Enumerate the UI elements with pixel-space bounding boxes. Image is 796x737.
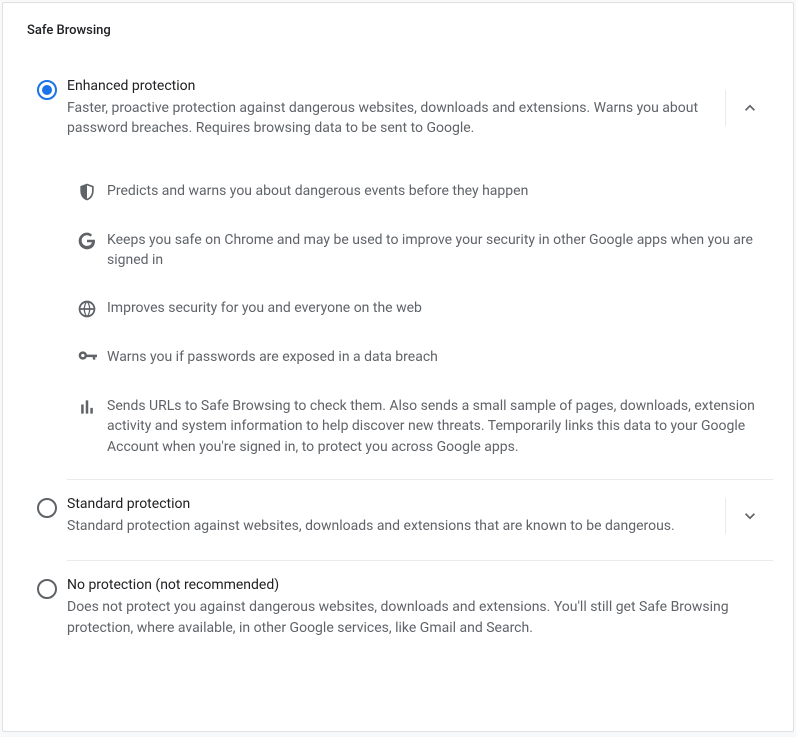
radio-wrap [27,577,67,599]
feature-item: Predicts and warns you about dangerous e… [67,167,773,216]
expand-wrap-standard [725,498,773,534]
feature-text: Predicts and warns you about dangerous e… [107,181,773,201]
option-text: Enhanced protection Faster, proactive pr… [67,78,725,139]
option-standard[interactable]: Standard protection Standard protection … [27,480,773,552]
feature-item: Improves security for you and everyone o… [67,284,773,333]
feature-item: Warns you if passwords are exposed in a … [67,333,773,382]
safe-browsing-card: Safe Browsing Enhanced protection Faster… [2,2,794,732]
collapse-button-enhanced[interactable] [740,98,760,118]
google-icon [67,230,107,251]
radio-standard[interactable] [37,498,57,518]
shield-icon [67,181,107,202]
option-none-title: No protection (not recommended) [67,577,765,593]
enhanced-feature-list: Predicts and warns you about dangerous e… [67,167,773,471]
bar-chart-icon [67,396,107,417]
radio-wrap [27,496,67,518]
option-enhanced[interactable]: Enhanced protection Faster, proactive pr… [27,62,773,155]
option-standard-desc: Standard protection against websites, do… [67,516,717,536]
option-text: Standard protection Standard protection … [67,496,725,536]
radio-enhanced[interactable] [37,80,57,100]
chevron-down-icon [740,506,760,526]
feature-text: Sends URLs to Safe Browsing to check the… [107,396,773,457]
expand-button-standard[interactable] [740,506,760,526]
option-enhanced-title: Enhanced protection [67,78,717,94]
option-text: No protection (not recommended) Does not… [67,577,773,638]
option-none[interactable]: No protection (not recommended) Does not… [27,561,773,654]
feature-text: Keeps you safe on Chrome and may be used… [107,230,773,271]
option-enhanced-desc: Faster, proactive protection against dan… [67,98,717,139]
key-icon [67,347,107,368]
option-none-desc: Does not protect you against dangerous w… [67,597,765,638]
feature-text: Improves security for you and everyone o… [107,298,773,318]
feature-item: Sends URLs to Safe Browsing to check the… [67,382,773,471]
section-title: Safe Browsing [27,23,773,38]
feature-item: Keeps you safe on Chrome and may be used… [67,216,773,285]
expand-wrap-enhanced [725,90,773,126]
option-standard-title: Standard protection [67,496,717,512]
radio-wrap [27,78,67,100]
radio-none[interactable] [37,579,57,599]
globe-icon [67,298,107,319]
feature-text: Warns you if passwords are exposed in a … [107,347,773,367]
chevron-up-icon [740,98,760,118]
